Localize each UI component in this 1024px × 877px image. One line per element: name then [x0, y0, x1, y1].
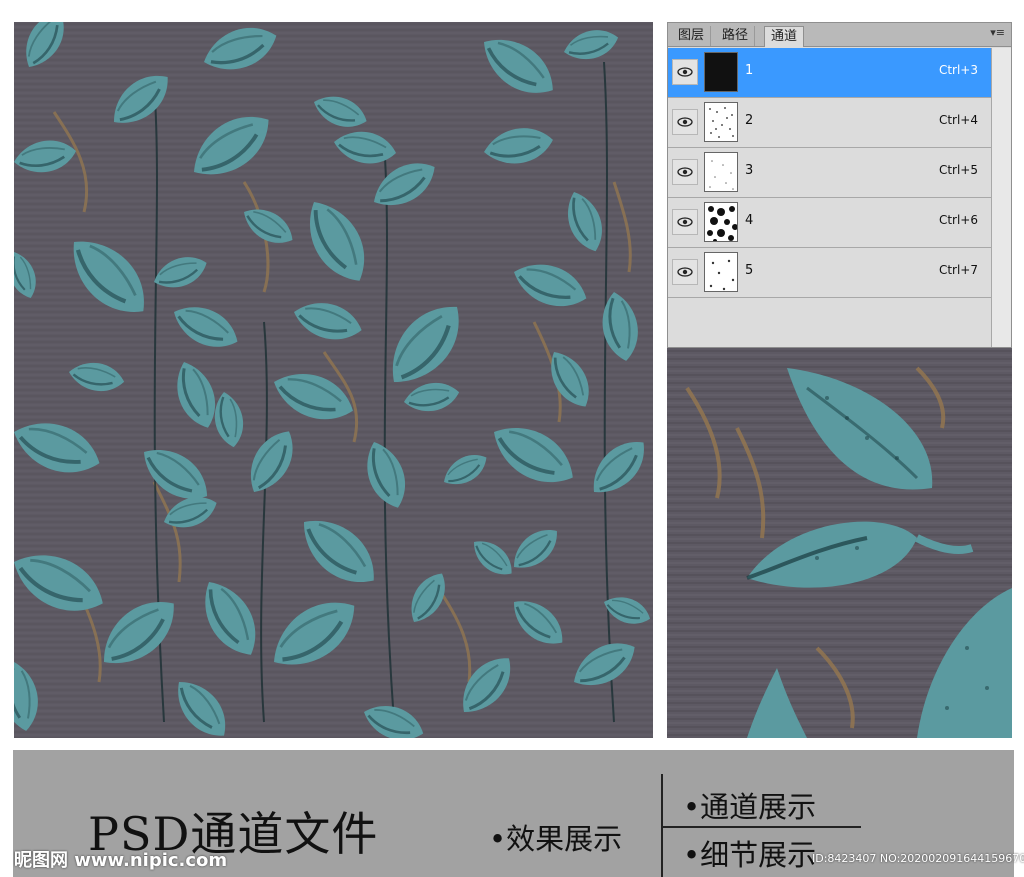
channel-row-4[interactable]: 4 Ctrl+6	[668, 198, 992, 248]
channel-row-5[interactable]: 5 Ctrl+7	[668, 248, 992, 298]
channel-name: 3	[745, 163, 754, 178]
leaf-detail-image	[667, 348, 1012, 738]
tab-channels[interactable]: 通道	[764, 26, 805, 47]
channel-thumbnail	[704, 152, 738, 192]
image-id-watermark: ID:8423407 NO:20200209164415967085	[812, 852, 1024, 865]
leaf-pattern-image	[14, 22, 653, 738]
channels-panel: 图层 路径 通道 ▾≡ 1 Ctrl+3 2 Ctrl+4 3 Ctrl+5 4…	[667, 22, 1012, 348]
channel-row-3[interactable]: 3 Ctrl+5	[668, 148, 992, 198]
channel-shortcut: Ctrl+6	[938, 213, 978, 227]
channel-row-1[interactable]: 1 Ctrl+3	[668, 48, 992, 98]
detail-label: •细节展示	[683, 838, 817, 872]
eye-icon[interactable]	[672, 209, 698, 235]
pattern-preview	[14, 22, 653, 738]
channel-name: 5	[745, 263, 754, 278]
tab-paths[interactable]: 路径	[716, 26, 756, 46]
channel-thumbnail	[704, 252, 738, 292]
channel-shortcut: Ctrl+5	[938, 163, 978, 177]
effect-label: •效果展示	[489, 822, 623, 856]
channel-shortcut: Ctrl+4	[938, 113, 978, 127]
eye-icon[interactable]	[672, 259, 698, 285]
panel-scrollbar[interactable]	[991, 48, 1011, 347]
channel-name: 2	[745, 113, 754, 128]
panel-menu-icon[interactable]: ▾≡	[990, 26, 1005, 39]
channel-list: 1 Ctrl+3 2 Ctrl+4 3 Ctrl+5 4 Ctrl+6 5 Ct…	[668, 48, 992, 298]
channel-thumbnail	[704, 202, 738, 242]
channel-thumbnail	[704, 52, 738, 92]
channel-thumbnail	[704, 102, 738, 142]
panel-tabbar: 图层 路径 通道 ▾≡	[668, 23, 1011, 47]
channel-label: •通道展示	[683, 790, 817, 824]
eye-icon[interactable]	[672, 109, 698, 135]
channel-name: 1	[745, 63, 754, 78]
channel-shortcut: Ctrl+3	[938, 63, 978, 77]
channel-name: 4	[745, 213, 754, 228]
horizontal-divider	[661, 826, 861, 828]
nipic-watermark-logo: 昵图网 www.nipic.com	[14, 850, 228, 871]
tab-layers[interactable]: 图层	[672, 26, 712, 46]
channel-row-2[interactable]: 2 Ctrl+4	[668, 98, 992, 148]
eye-icon[interactable]	[672, 159, 698, 185]
detail-preview	[667, 348, 1012, 738]
eye-icon[interactable]	[672, 59, 698, 85]
channel-shortcut: Ctrl+7	[938, 263, 978, 277]
